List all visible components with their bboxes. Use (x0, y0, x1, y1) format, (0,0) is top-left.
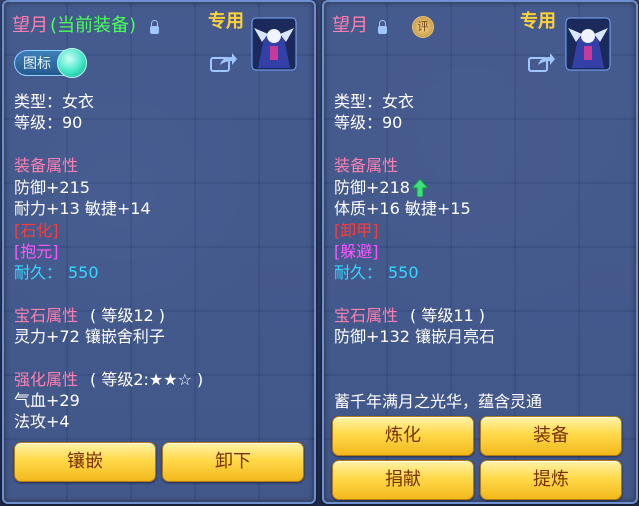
equip-button[interactable]: 装备 (480, 416, 622, 456)
character-portrait-icon (251, 17, 297, 71)
exclusive-tag: 专用 (208, 11, 244, 32)
icon-toggle-label: 图标 (23, 56, 51, 72)
inlay-button[interactable]: 镶嵌 (14, 442, 156, 482)
type-line: 类型：女衣 (334, 92, 415, 111)
special-effect-2: [抱元] (14, 242, 59, 261)
equipped-item-tooltip: 望月 (当前装备) 专用 图标 类型：女衣 等级：90 装备属性 防御+215 … (2, 0, 316, 504)
durability-value: 550 (388, 263, 419, 282)
defense-stat: 防御+218 (334, 178, 410, 197)
gem-level: ( 等级12 ) (90, 306, 166, 325)
icon-toggle[interactable]: 图标 (14, 48, 87, 78)
forge-line-2: 法攻+4 (14, 412, 70, 431)
level-line: 等级：90 (334, 113, 403, 132)
donate-button[interactable]: 捐献 (332, 460, 474, 500)
lock-icon (378, 20, 387, 34)
item-name: 望月 (12, 15, 48, 36)
appraise-badge-icon[interactable]: 评 (412, 16, 434, 38)
upgrade-arrow-icon (412, 179, 428, 197)
lock-icon (150, 20, 159, 34)
unequip-button[interactable]: 卸下 (162, 442, 304, 482)
level-line: 等级：90 (14, 113, 83, 132)
toggle-knob (57, 48, 87, 78)
extract-button[interactable]: 提炼 (480, 460, 622, 500)
refine-button[interactable]: 炼化 (332, 416, 474, 456)
gem-header: 宝石属性 (334, 306, 399, 325)
gem-header: 宝石属性 (14, 306, 79, 325)
durability-value: 550 (68, 263, 99, 282)
compare-item-tooltip: 望月 评 专用 类型：女衣 等级：90 装备属性 防御+218 体质+16 敏捷… (322, 0, 638, 504)
equipped-tag: (当前装备) (50, 15, 137, 36)
gem-level: ( 等级11 ) (410, 306, 486, 325)
exclusive-tag: 专用 (520, 11, 556, 32)
share-icon[interactable] (528, 52, 556, 72)
defense-stat: 防御+215 (14, 178, 90, 197)
forge-line-1: 气血+29 (14, 391, 80, 410)
character-portrait-icon (565, 17, 611, 71)
attr-header: 装备属性 (14, 156, 79, 175)
stats-line: 耐力+13 敏捷+14 (14, 199, 151, 218)
item-name: 望月 (332, 15, 368, 36)
special-effect-2: [躲避] (334, 242, 379, 261)
special-effect-1: [石化] (14, 221, 59, 240)
share-icon[interactable] (210, 52, 238, 72)
attr-header: 装备属性 (334, 156, 399, 175)
gem-line: 防御+132 镶嵌月亮石 (334, 327, 496, 346)
durability-label: 耐久： (14, 263, 63, 282)
gem-line: 灵力+72 镶嵌舍利子 (14, 327, 165, 346)
forge-level: ( 等级2:★★☆ ) (90, 370, 204, 389)
type-line: 类型：女衣 (14, 92, 95, 111)
durability-label: 耐久： (334, 263, 383, 282)
forge-header: 强化属性 (14, 370, 79, 389)
special-effect-1: [卸甲] (334, 221, 379, 240)
stats-line: 体质+16 敏捷+15 (334, 199, 471, 218)
item-description: 蓄千年满月之光华，蕴含灵通 (334, 392, 543, 411)
